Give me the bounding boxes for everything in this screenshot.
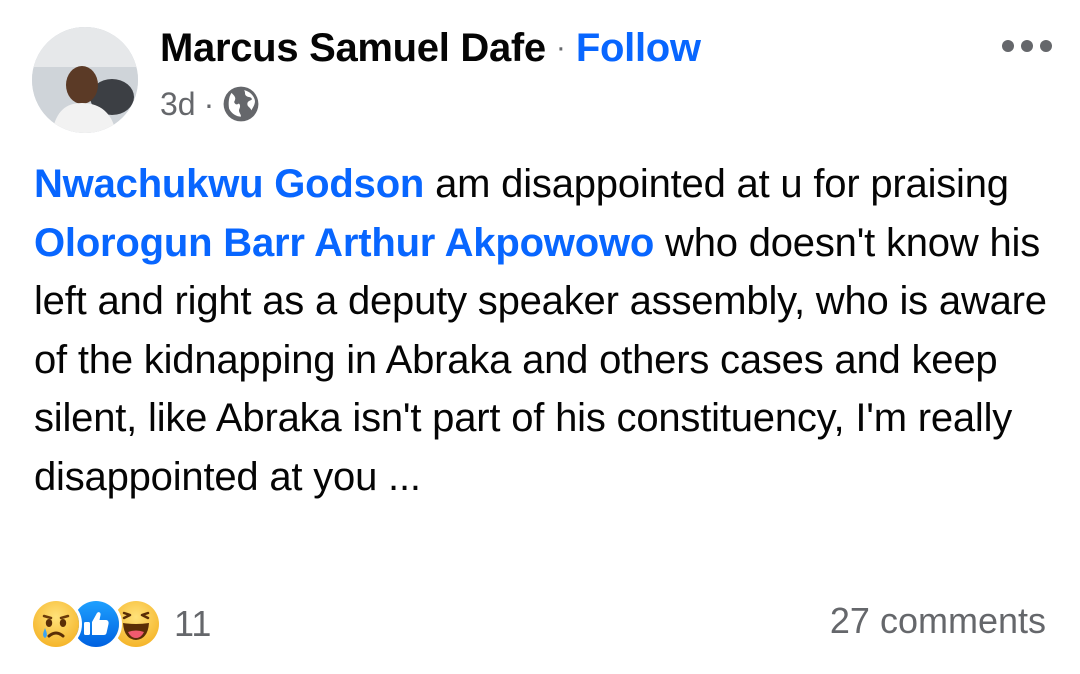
mention-link[interactable]: Nwachukwu Godson: [34, 162, 424, 206]
meta-separator: ·: [203, 85, 215, 122]
follow-button[interactable]: Follow: [576, 26, 701, 71]
author-name[interactable]: Marcus Samuel Dafe: [160, 26, 546, 71]
reaction-count: 11: [174, 603, 212, 644]
more-dot: [1040, 40, 1052, 52]
author-line: Marcus Samuel Dafe · Follow: [160, 22, 701, 74]
post-text-segment: am disappointed at u for praising: [424, 162, 1009, 206]
mention-link[interactable]: Olorogun Barr Arthur Akpowowo: [34, 221, 654, 265]
post-body: Nwachukwu Godson am disappointed at u fo…: [34, 155, 1054, 506]
author-avatar[interactable]: [32, 27, 138, 133]
post-meta: 3d ·: [160, 82, 260, 126]
more-dot: [1021, 40, 1033, 52]
comments-count-link[interactable]: 27 comments: [830, 600, 1046, 642]
globe-icon: [222, 85, 260, 123]
separator-dot: ·: [555, 31, 566, 64]
more-options-icon[interactable]: [1002, 30, 1052, 62]
post-time[interactable]: 3d: [160, 86, 196, 123]
sad-reaction-icon: [30, 598, 82, 650]
reaction-summary[interactable]: 11: [30, 597, 211, 651]
more-dot: [1002, 40, 1014, 52]
